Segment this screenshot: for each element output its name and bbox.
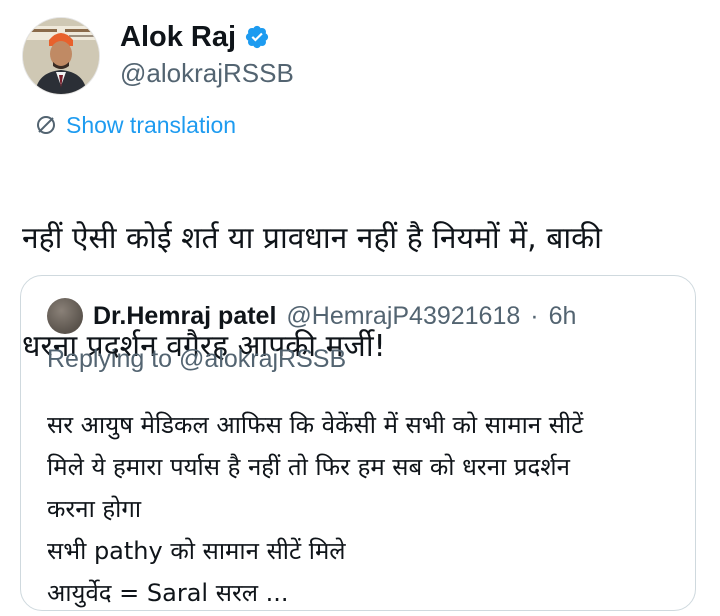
replying-to: Replying to @alokrajRSSB — [47, 343, 346, 375]
quoted-author-handle[interactable]: @HemrajP43921618 — [286, 300, 520, 332]
avatar-image — [23, 18, 99, 94]
show-translation-label[interactable]: Show translation — [66, 110, 236, 140]
quoted-line: सर आयुष मेडिकल आफिस कि वेकेंसी में सभी क… — [47, 411, 584, 439]
show-translation-link[interactable]: Show translation — [34, 110, 236, 140]
verified-badge-icon — [245, 25, 269, 49]
quoted-line: आयुर्वेद = Saral सरल ... — [47, 579, 289, 607]
quoted-tweet[interactable]: Dr.Hemraj patel @HemrajP43921618 · 6h Re… — [20, 275, 696, 611]
quoted-author-avatar[interactable] — [47, 298, 83, 334]
replying-to-prefix: Replying to — [47, 345, 180, 373]
quoted-timestamp[interactable]: 6h — [549, 300, 577, 332]
replying-to-mention[interactable]: @alokrajRSSB — [179, 345, 346, 373]
translate-globe-icon — [37, 116, 55, 134]
quoted-line: सभी pathy को सामान सीटें मिले — [47, 537, 346, 565]
author-handle[interactable]: @alokrajRSSB — [120, 57, 294, 89]
quoted-line: मिले ये हमारा पर्यास है नहीं तो फिर हम स… — [47, 453, 570, 481]
tweet-line: नहीं ऐसी कोई शर्त या प्रावधान नहीं है नि… — [22, 221, 602, 256]
author-name-row[interactable]: Alok Raj — [120, 20, 270, 54]
quoted-line: करना होगा — [47, 495, 142, 523]
separator-dot: · — [530, 302, 539, 330]
quoted-tweet-text: सर आयुष मेडिकल आफिस कि वेकेंसी में सभी क… — [47, 404, 677, 614]
author-name[interactable]: Alok Raj — [120, 20, 236, 54]
quoted-tweet-header: Dr.Hemraj patel @HemrajP43921618 · 6h — [47, 298, 576, 334]
author-avatar[interactable] — [22, 17, 100, 95]
quoted-author-name[interactable]: Dr.Hemraj patel — [93, 300, 276, 332]
